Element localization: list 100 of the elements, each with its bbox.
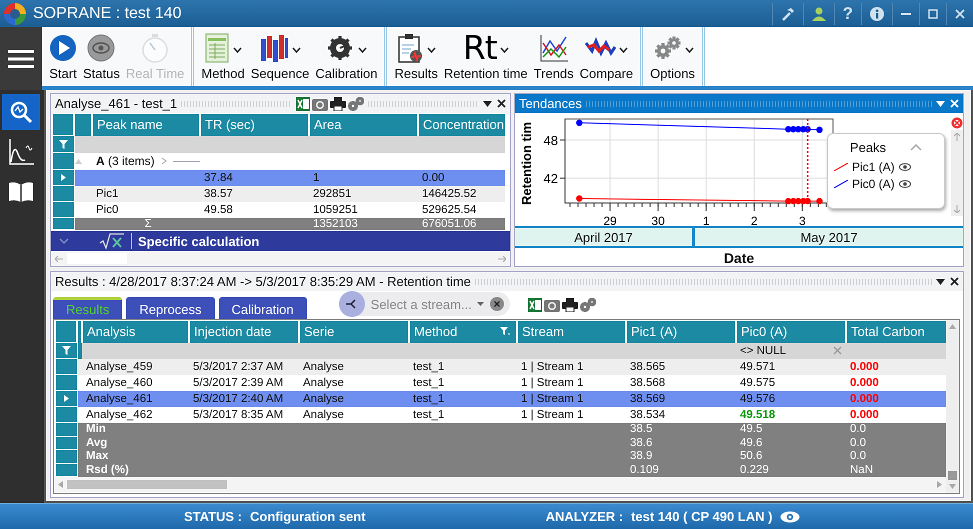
toolbar-button[interactable]: Trends (532, 31, 575, 81)
vertical-scrollbar[interactable] (946, 320, 959, 493)
row-header[interactable] (55, 374, 77, 390)
row-header[interactable] (52, 202, 74, 218)
table-cell: 49.518 (740, 408, 776, 420)
gears-icon[interactable] (580, 298, 596, 312)
dropdown-icon[interactable] (483, 100, 492, 106)
row-header[interactable] (55, 342, 77, 358)
tab[interactable]: Reprocess (126, 297, 214, 319)
column-header[interactable]: TR (sec) (200, 114, 309, 136)
row-header[interactable] (55, 358, 77, 374)
table-row[interactable]: Analyse_461 5/3/2017 2:40 AM Analyse test_1 1 | Stream 1 38.569 49.576 0.000 (55, 390, 950, 406)
stream-field[interactable]: Select a stream... (370, 296, 471, 312)
table-row[interactable]: Pic1 38.57 292851 146425.52 (52, 186, 505, 202)
column-header[interactable]: Injection date (189, 320, 299, 342)
left-arrow-icon (58, 481, 63, 488)
row-header[interactable] (55, 450, 77, 463)
line-chart-icon (538, 33, 569, 63)
row-header[interactable] (55, 422, 77, 436)
help-button[interactable]: ? (834, 2, 861, 24)
table-row[interactable]: Analyse_462 5/3/2017 8:35 AM Analyse test_1 1 | Stream 1 38.534 49.518 0.000 (55, 406, 950, 422)
chevron-icon[interactable] (160, 157, 167, 165)
row-header[interactable] (55, 390, 77, 406)
legend-line-icon (834, 163, 848, 171)
table-cell: 0.0 (850, 423, 866, 436)
column-header[interactable]: Pic0 (A) (736, 320, 846, 342)
table-cell: test_1 (413, 376, 444, 388)
filter-field[interactable] (74, 136, 505, 152)
column-header[interactable]: Stream (517, 320, 626, 342)
table-cell: test_1 (413, 408, 444, 420)
vertical-scrollbar[interactable] (951, 130, 963, 216)
spreadsheet-icon[interactable] (528, 298, 542, 312)
menu-button[interactable] (0, 27, 42, 90)
table-cell: 38.565 (630, 360, 666, 372)
data-point (816, 198, 823, 204)
table-cell: 0.000 (850, 392, 879, 404)
close-icon[interactable] (497, 99, 506, 108)
toolbar-button[interactable]: Status (82, 31, 121, 81)
printer-icon[interactable] (330, 96, 346, 110)
column-header[interactable]: Peak name (92, 114, 200, 136)
toolbar-button[interactable]: Start (48, 31, 78, 81)
gears-icon[interactable] (348, 96, 364, 110)
column-header[interactable]: Method (409, 320, 517, 342)
row-header[interactable] (52, 152, 74, 170)
toolbar-button[interactable]: Results (393, 31, 439, 81)
table-cell: 37.84 (204, 172, 233, 184)
scroll-thumb[interactable] (67, 480, 227, 489)
table-row[interactable]: Pic0 49.58 1059251 529625.54 (52, 202, 505, 218)
hammer-icon (780, 6, 795, 20)
eye-icon[interactable] (898, 163, 911, 171)
printer-icon[interactable] (562, 298, 578, 312)
table-row[interactable]: Analyse_459 5/3/2017 2:37 AM Analyse test_1 1 | Stream 1 38.565 49.571 0.000 (55, 358, 950, 374)
stream-select[interactable]: Select a stream... (338, 292, 510, 316)
column-header[interactable]: Area (309, 114, 418, 136)
close-icon[interactable] (950, 277, 959, 286)
row-header[interactable] (55, 406, 77, 422)
collapse-icon[interactable] (910, 144, 922, 151)
toolbar-button[interactable]: Method (200, 31, 246, 81)
table-cell: Analyse_461 (86, 392, 152, 404)
column-header[interactable]: Concentration (418, 114, 505, 136)
row-header[interactable] (55, 463, 77, 476)
column-header[interactable]: Serie (299, 320, 409, 342)
column-header[interactable]: Pic1 (A) (626, 320, 736, 342)
row-header[interactable] (52, 114, 74, 136)
eye-icon[interactable] (898, 180, 911, 188)
row-header[interactable] (55, 320, 77, 342)
column-header[interactable]: Analysis (82, 320, 189, 342)
table-cell: test_1 (413, 360, 444, 372)
horizontal-scrollbar[interactable] (51, 251, 510, 266)
dropdown-icon[interactable] (936, 278, 945, 284)
row-header[interactable] (55, 436, 77, 450)
row-header[interactable] (52, 170, 74, 186)
tab[interactable]: Calibration (218, 297, 307, 319)
table-row[interactable]: 37.84 1 0.00 (52, 170, 505, 186)
toolbar-button[interactable]: Options (649, 31, 696, 81)
section-header[interactable]: Specific calculation (51, 231, 510, 251)
filter-row[interactable]: <> NULL (55, 342, 950, 358)
caret-icon (358, 47, 368, 53)
row-header[interactable] (52, 218, 74, 230)
toolbar-button[interactable]: Compare (578, 31, 634, 81)
spreadsheet-icon[interactable] (296, 96, 310, 110)
table-cell: Analyse (303, 360, 344, 372)
row-header[interactable] (52, 136, 74, 152)
scroll-thumb[interactable] (948, 471, 957, 480)
filter-icon[interactable] (500, 327, 510, 336)
toolbar-button[interactable]: Rt Retention time (442, 31, 529, 81)
camera-icon[interactable] (312, 96, 328, 110)
table-cell: 49.58 (204, 204, 233, 216)
eye-icon (87, 34, 116, 62)
eye-icon[interactable] (780, 510, 800, 522)
toolbar-button[interactable]: Calibration (314, 31, 378, 81)
row-header[interactable] (52, 186, 74, 202)
clear-icon[interactable] (490, 297, 504, 311)
toolbar-button[interactable]: Sequence (250, 31, 310, 81)
menu-icon (8, 48, 34, 68)
camera-icon[interactable] (544, 298, 560, 312)
horizontal-scrollbar[interactable] (54, 477, 946, 492)
table-cell: Analyse (303, 408, 344, 420)
table-row[interactable]: Analyse_460 5/3/2017 2:39 AM Analyse test_1 1 | Stream 1 38.568 49.575 0.000 (55, 374, 950, 390)
summary-label: Rsd (%) (86, 464, 129, 476)
